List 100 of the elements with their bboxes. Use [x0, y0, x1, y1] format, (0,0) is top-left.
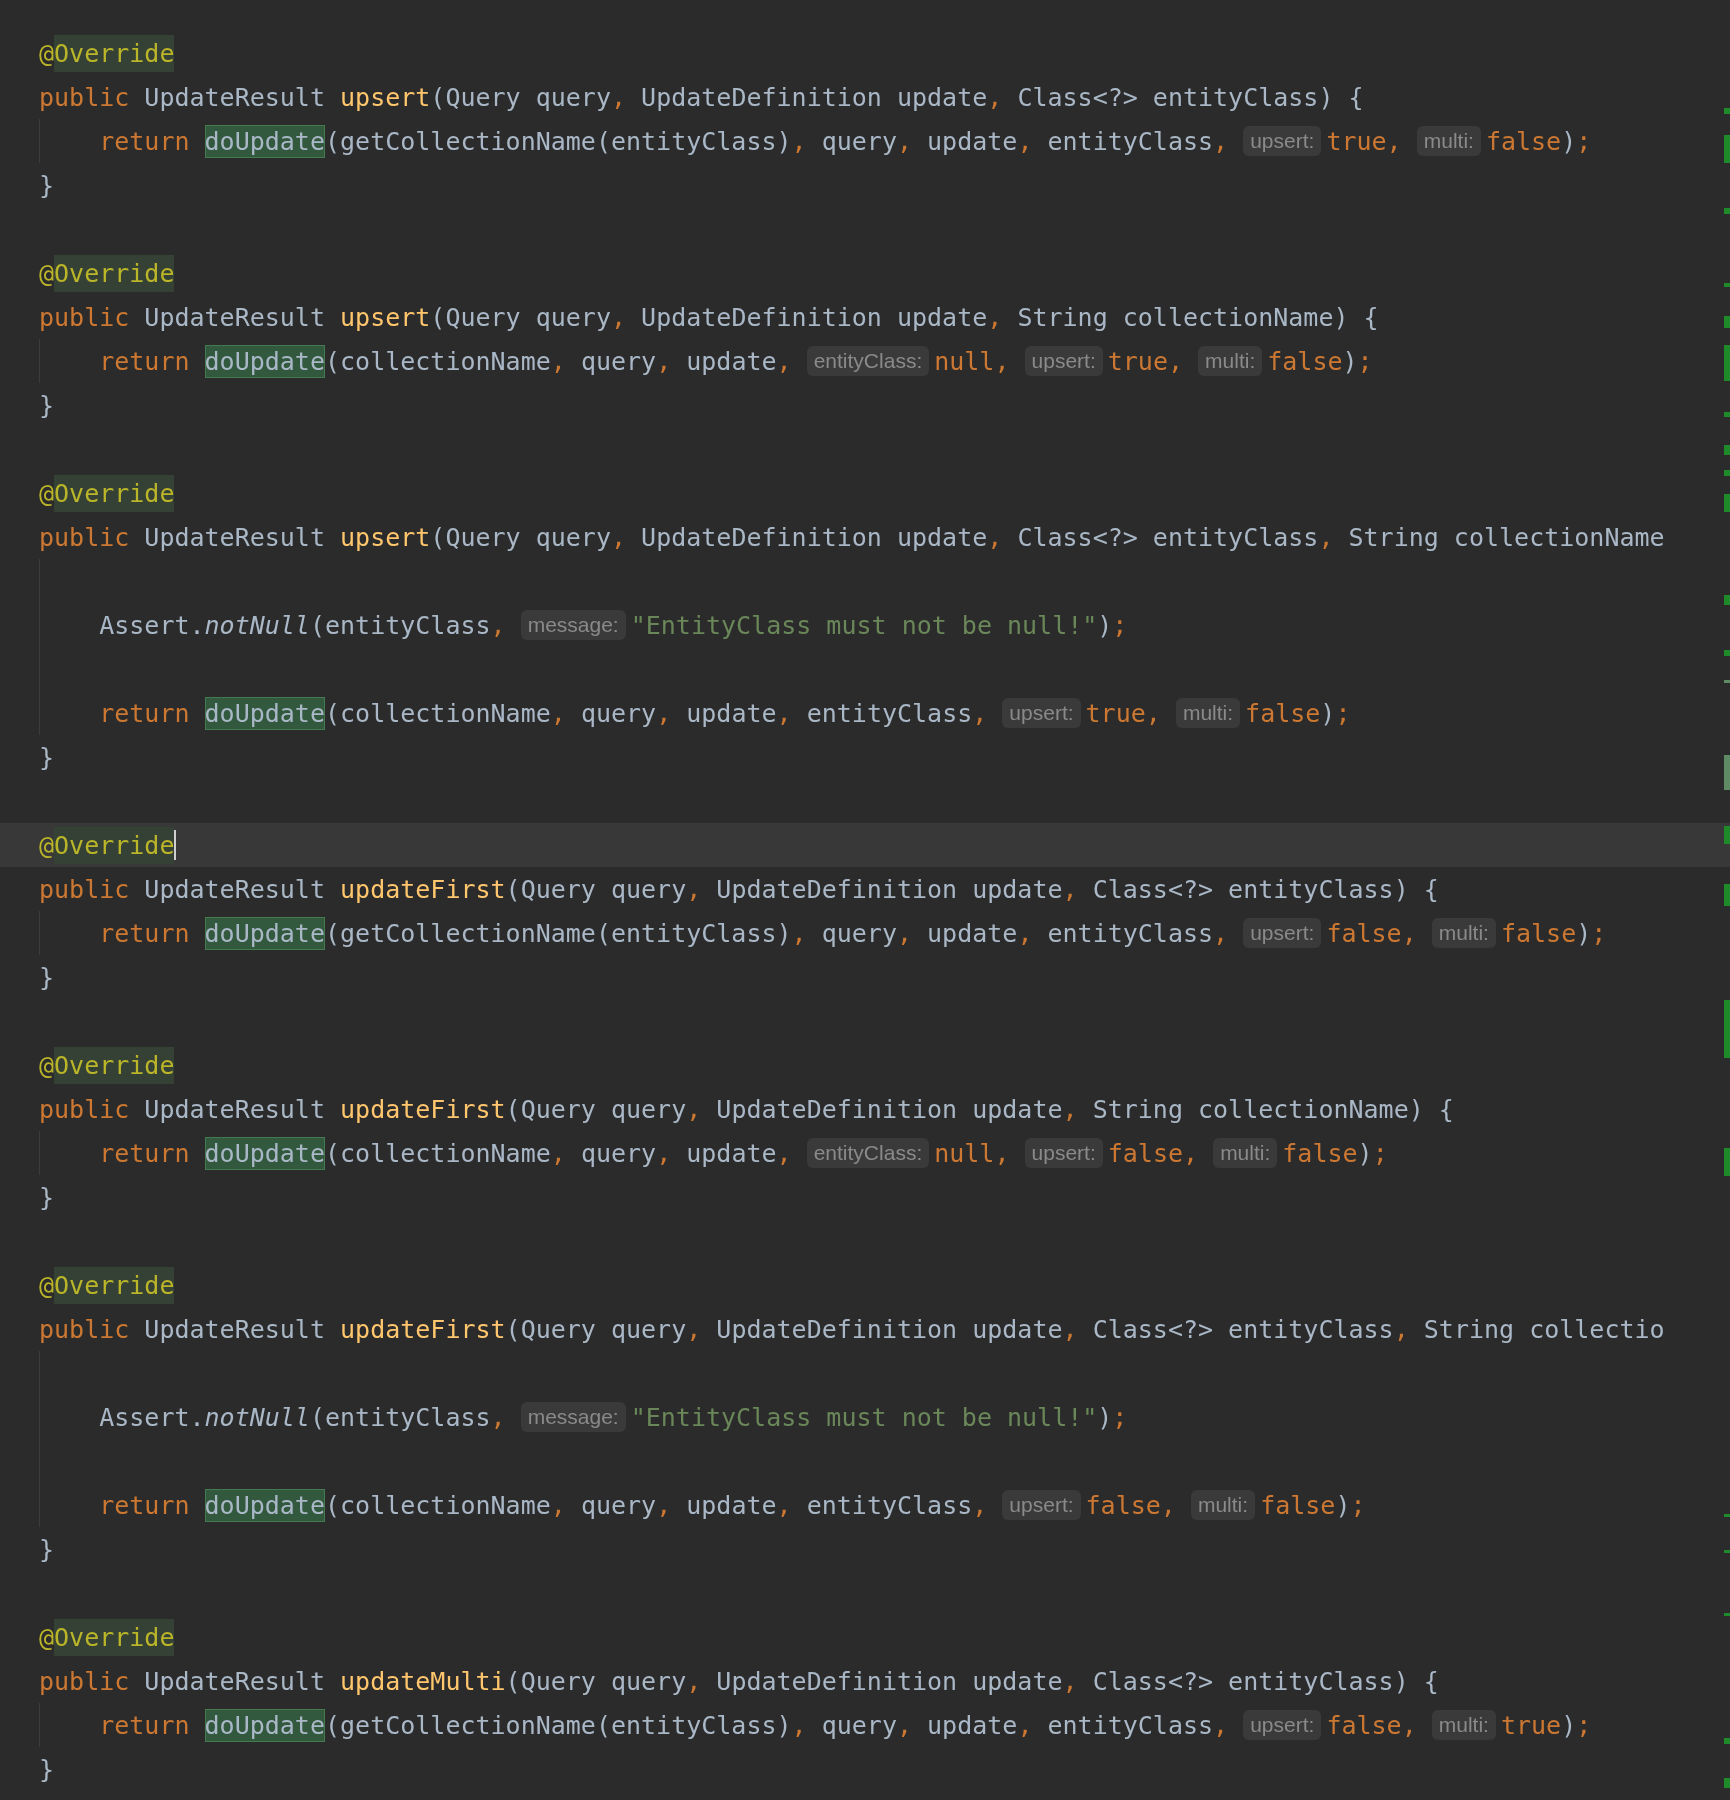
- code-text: (Query query: [505, 1094, 687, 1124]
- code-text: (collectionName: [325, 698, 551, 728]
- change-marker: [1724, 494, 1730, 512]
- punctuation: ,: [550, 346, 567, 376]
- highlighted-usage: doUpdate: [204, 344, 325, 378]
- punctuation: ,: [776, 698, 793, 728]
- change-marker: [1724, 1000, 1730, 1058]
- punctuation: ,: [1017, 1710, 1034, 1740]
- code-text: ): [1097, 610, 1113, 640]
- code-text: UpdateResult: [144, 1666, 326, 1696]
- code-text: Class<?> entityClass: [1092, 1314, 1394, 1344]
- parameter-hint: upsert:: [1024, 1138, 1103, 1168]
- punctuation: ,: [490, 610, 507, 640]
- punctuation: ,: [686, 1094, 703, 1124]
- closing-brace: }: [39, 1534, 55, 1564]
- punctuation: ,: [656, 346, 673, 376]
- code-text: UpdateDefinition update: [641, 302, 988, 332]
- code-text: (Query query: [505, 1666, 687, 1696]
- code-text: String collectionName) {: [1017, 302, 1379, 332]
- change-marker: [1724, 470, 1730, 476]
- code-text: UpdateResult: [144, 1094, 326, 1124]
- method-name: upsert: [340, 522, 431, 552]
- punctuation: ,: [987, 302, 1004, 332]
- code-text: ): [1561, 126, 1577, 156]
- punctuation: ,: [972, 1490, 989, 1520]
- code-text: update: [927, 126, 1018, 156]
- keyword: false: [1260, 1490, 1336, 1520]
- code-text: (Query query: [430, 522, 611, 552]
- change-marker: [1724, 1550, 1730, 1553]
- code-text: update: [927, 1710, 1018, 1740]
- parameter-hint: upsert:: [1243, 918, 1322, 948]
- punctuation: ,: [1160, 1490, 1177, 1520]
- parameter-hint: entityClass:: [806, 1138, 930, 1168]
- code-text: Assert.: [99, 610, 205, 640]
- punctuation: ,: [686, 1314, 703, 1344]
- keyword: true: [1326, 126, 1387, 156]
- keyword: null: [934, 346, 995, 376]
- highlighted-usage: doUpdate: [204, 1136, 325, 1170]
- code-text: update: [686, 1138, 777, 1168]
- code-text: entityClass: [1047, 1710, 1214, 1740]
- method-name: upsert: [340, 302, 431, 332]
- string-literal: "EntityClass must not be null!": [630, 610, 1098, 640]
- punctuation: ,: [776, 1490, 793, 1520]
- punctuation: ,: [972, 698, 989, 728]
- code-text: (getCollectionName(entityClass): [325, 126, 792, 156]
- code-text: (collectionName: [325, 1138, 551, 1168]
- code-text: UpdateDefinition update: [716, 1314, 1063, 1344]
- parameter-hint: message:: [520, 610, 626, 640]
- highlighted-usage: doUpdate: [204, 916, 325, 950]
- change-marker: [1724, 680, 1730, 683]
- punctuation: ;: [1591, 918, 1607, 948]
- parameter-hint: upsert:: [1243, 126, 1322, 156]
- keyword: return: [99, 346, 191, 376]
- change-marker: [1724, 884, 1730, 906]
- annotation-name: Override: [54, 254, 175, 292]
- punctuation: ,: [1062, 874, 1079, 904]
- parameter-hint: multi:: [1431, 1710, 1496, 1740]
- change-marker: [1724, 1738, 1730, 1744]
- code-text: Class<?> entityClass) {: [1092, 874, 1439, 904]
- code-text: (collectionName: [325, 346, 551, 376]
- parameter-hint: entityClass:: [806, 346, 930, 376]
- punctuation: ,: [1213, 126, 1230, 156]
- keyword: false: [1326, 1710, 1402, 1740]
- punctuation: ,: [656, 1490, 673, 1520]
- keyword: public: [39, 1314, 131, 1344]
- change-marker: [1724, 108, 1730, 114]
- annotation-name: Override: [54, 1266, 175, 1304]
- code-text: (Query query: [505, 874, 687, 904]
- method-name: updateFirst: [340, 874, 506, 904]
- keyword: false: [1500, 918, 1577, 948]
- code-text: entityClass: [806, 1490, 973, 1520]
- annotation-symbol: @: [39, 1270, 55, 1300]
- code-text: query: [821, 1710, 897, 1740]
- highlighted-usage: doUpdate: [204, 1708, 325, 1742]
- punctuation: ;: [1576, 1710, 1592, 1740]
- change-marker: [1724, 1514, 1730, 1517]
- parameter-hint: upsert:: [1002, 1490, 1081, 1520]
- punctuation: ,: [550, 698, 567, 728]
- code-text: UpdateResult: [144, 522, 326, 552]
- parameter-hint: upsert:: [1024, 346, 1103, 376]
- punctuation: ,: [686, 1666, 703, 1696]
- keyword: public: [39, 874, 131, 904]
- punctuation: ;: [1576, 126, 1592, 156]
- code-text: (getCollectionName(entityClass): [325, 1710, 792, 1740]
- change-marker: [1724, 826, 1730, 844]
- keyword: false: [1245, 698, 1321, 728]
- parameter-hint: upsert:: [1002, 698, 1081, 728]
- code-text: ): [1561, 1710, 1577, 1740]
- code-text: UpdateDefinition update: [641, 82, 988, 112]
- keyword: false: [1326, 918, 1402, 948]
- annotation-name: Override: [54, 826, 175, 864]
- keyword: public: [39, 1094, 131, 1124]
- punctuation: ,: [1183, 1138, 1200, 1168]
- parameter-hint: multi:: [1198, 346, 1263, 376]
- punctuation: ;: [1112, 1402, 1128, 1432]
- parameter-hint: multi:: [1416, 126, 1481, 156]
- code-text: UpdateResult: [144, 82, 326, 112]
- keyword: false: [1267, 346, 1343, 376]
- keyword: public: [39, 1666, 131, 1696]
- code-text: (collectionName: [325, 1490, 551, 1520]
